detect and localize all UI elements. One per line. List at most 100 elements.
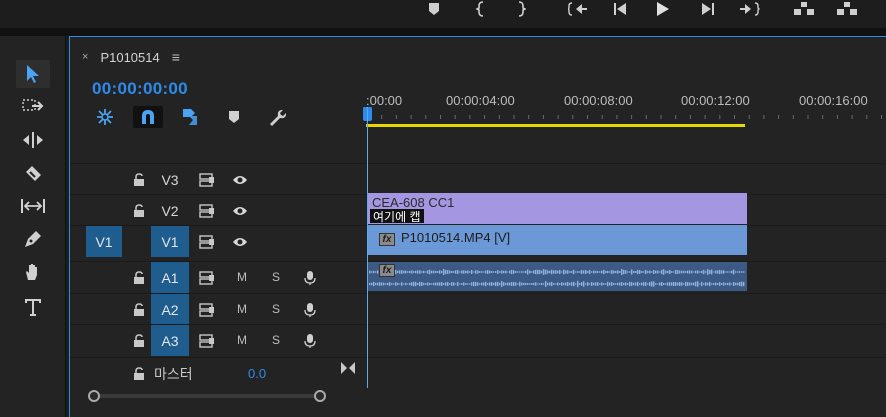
time-ruler[interactable]: :00:00 00:00:04:00 00:00:08:00 00:00:12:… xyxy=(366,87,886,131)
sync-lock-icon[interactable] xyxy=(199,172,215,188)
waveform-bar xyxy=(497,270,499,274)
mark-in-icon[interactable] xyxy=(470,0,492,18)
mute-button[interactable]: M xyxy=(235,270,249,284)
add-marker-icon[interactable] xyxy=(219,106,249,128)
track-target-a1[interactable]: A1 xyxy=(151,262,189,293)
track-target-a3[interactable]: A3 xyxy=(151,325,189,356)
lock-icon[interactable] xyxy=(131,172,147,188)
lock-icon[interactable] xyxy=(131,302,147,318)
audio-clip[interactable]: fx xyxy=(367,262,747,291)
video-clip[interactable]: fx P1010514.MP4 [V] xyxy=(367,225,747,255)
waveform-bar xyxy=(415,270,417,274)
waveform-bar xyxy=(375,282,377,286)
scrollbar-track[interactable] xyxy=(93,394,320,398)
add-marker-icon[interactable] xyxy=(423,0,445,18)
sync-lock-icon[interactable] xyxy=(199,203,215,219)
waveform-bar xyxy=(609,271,611,273)
playhead-timecode[interactable]: 00:00:00:00 xyxy=(92,79,188,99)
sync-lock-icon[interactable] xyxy=(199,234,215,250)
pen-tool-icon[interactable] xyxy=(16,225,50,253)
play-icon[interactable] xyxy=(652,0,674,18)
settings-wrench-icon[interactable] xyxy=(262,106,292,128)
waveform-bar xyxy=(463,282,465,286)
mark-out-icon[interactable] xyxy=(510,0,532,18)
track-target-v2[interactable]: V2 xyxy=(151,195,189,226)
waveform-bar xyxy=(681,282,683,286)
selection-tool-icon[interactable] xyxy=(16,60,50,88)
microphone-icon[interactable] xyxy=(302,333,318,349)
razor-tool-icon[interactable] xyxy=(16,159,50,187)
mute-button[interactable]: M xyxy=(235,302,249,316)
step-back-icon[interactable] xyxy=(609,0,631,18)
waveform-bar xyxy=(587,270,589,274)
waveform-bar xyxy=(665,283,667,285)
lane-v3[interactable] xyxy=(366,163,886,194)
waveform-bar xyxy=(615,270,617,274)
go-to-edges-icon[interactable] xyxy=(340,360,356,376)
caption-text[interactable]: 여기에 캡 xyxy=(370,209,424,224)
extract-icon[interactable] xyxy=(836,0,858,18)
waveform-bar xyxy=(717,270,719,274)
track-header-a2: A2 M S xyxy=(70,293,366,325)
eye-icon[interactable] xyxy=(232,203,248,219)
source-patch-v1[interactable]: V1 xyxy=(86,226,122,257)
eye-icon[interactable] xyxy=(232,234,248,250)
sequence-tab[interactable]: × P1010514 ≡ xyxy=(82,47,180,67)
zoom-scrollbar[interactable] xyxy=(88,390,326,402)
type-tool-icon[interactable] xyxy=(16,293,50,321)
waveform-bar xyxy=(595,270,597,274)
sync-lock-icon[interactable] xyxy=(199,270,215,286)
close-tab-button[interactable]: × xyxy=(82,51,88,63)
waveform-bar xyxy=(517,283,519,285)
slip-tool-icon[interactable] xyxy=(16,192,50,220)
scrollbar-left-handle[interactable] xyxy=(88,390,100,402)
track-target-v3[interactable]: V3 xyxy=(151,164,189,195)
mute-button[interactable]: M xyxy=(235,333,249,347)
track-target-v1[interactable]: V1 xyxy=(151,226,189,257)
microphone-icon[interactable] xyxy=(302,302,318,318)
solo-button[interactable]: S xyxy=(269,302,283,316)
work-area-bar[interactable] xyxy=(366,124,745,127)
waveform-bar xyxy=(727,282,729,286)
panel-menu-button[interactable]: ≡ xyxy=(172,49,180,65)
scrollbar-right-handle[interactable] xyxy=(314,390,326,402)
waveform-bar xyxy=(395,269,397,275)
lift-icon[interactable] xyxy=(793,0,815,18)
lock-icon[interactable] xyxy=(131,270,147,286)
lock-icon[interactable] xyxy=(131,333,147,349)
master-volume-value[interactable]: 0.0 xyxy=(248,366,266,381)
track-target-a2[interactable]: A2 xyxy=(151,294,189,325)
solo-button[interactable]: S xyxy=(269,333,283,347)
playhead-line[interactable] xyxy=(367,107,368,388)
ripple-edit-tool-icon[interactable] xyxy=(16,126,50,154)
microphone-icon[interactable] xyxy=(302,270,318,286)
waveform-bar xyxy=(689,282,691,286)
eye-icon[interactable] xyxy=(232,172,248,188)
lane-a3[interactable] xyxy=(366,324,886,355)
clip-area[interactable]: CEA-608 CC1 여기에 캡 fx P1010514.MP4 [V] fx xyxy=(366,163,886,393)
waveform-bar xyxy=(743,271,745,273)
waveform-bar xyxy=(673,282,675,286)
caption-clip[interactable]: CEA-608 CC1 여기에 캡 xyxy=(367,193,747,224)
lock-icon[interactable] xyxy=(131,203,147,219)
waveform-bar xyxy=(609,282,611,286)
hand-tool-icon[interactable] xyxy=(16,258,50,286)
lane-a2[interactable] xyxy=(366,293,886,324)
waveform-bar xyxy=(697,270,699,274)
step-forward-icon[interactable] xyxy=(697,0,719,18)
sync-lock-icon[interactable] xyxy=(199,302,215,318)
solo-button[interactable]: S xyxy=(269,270,283,284)
waveform-bar xyxy=(447,282,449,286)
snap-icon[interactable] xyxy=(133,106,163,128)
waveform-bar xyxy=(411,282,413,286)
lane-master[interactable] xyxy=(366,357,886,388)
linked-selection-icon[interactable] xyxy=(176,106,206,128)
sync-lock-icon[interactable] xyxy=(199,333,215,349)
go-to-in-icon[interactable] xyxy=(567,0,589,18)
lock-icon[interactable] xyxy=(131,366,147,382)
waveform-bar xyxy=(543,283,545,285)
go-to-out-icon[interactable] xyxy=(739,0,761,18)
waveform-bar xyxy=(585,270,587,274)
track-select-tool-icon[interactable] xyxy=(16,93,50,121)
nest-toggle-icon[interactable] xyxy=(90,106,120,128)
